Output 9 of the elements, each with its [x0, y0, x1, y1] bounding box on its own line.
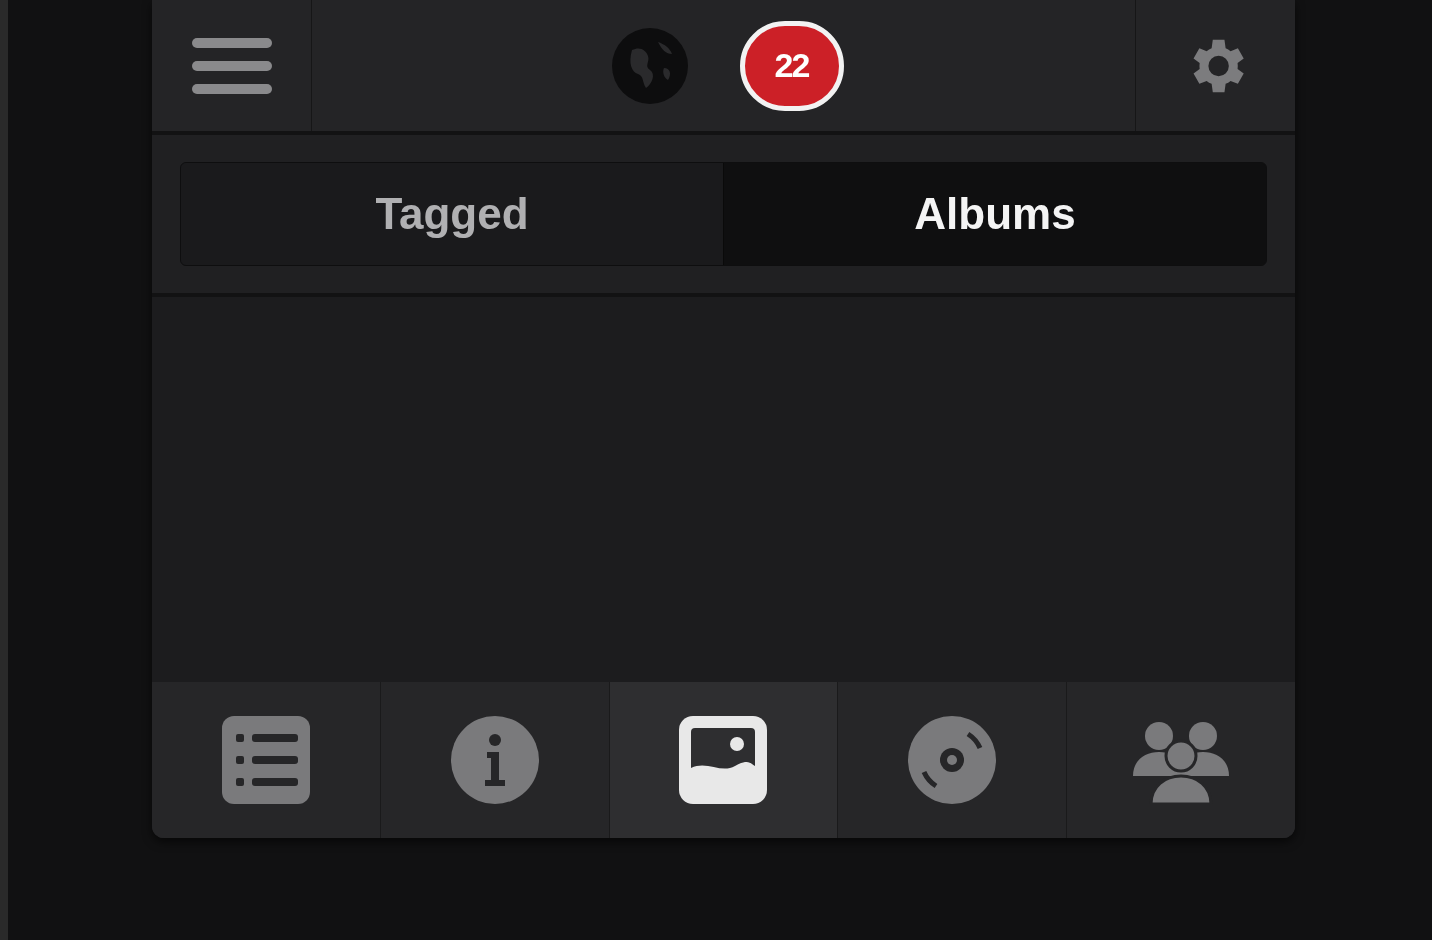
picture-icon — [679, 716, 768, 804]
notification-badge[interactable]: 22 — [739, 20, 844, 111]
list-icon — [221, 716, 310, 804]
info-icon — [450, 716, 539, 804]
segment-tab[interactable]: Tagged — [181, 163, 723, 265]
tab-bar-item[interactable] — [608, 682, 838, 838]
segment-tab[interactable]: Albums — [723, 163, 1266, 265]
disc-icon — [908, 716, 997, 804]
menu-icon — [191, 37, 272, 94]
